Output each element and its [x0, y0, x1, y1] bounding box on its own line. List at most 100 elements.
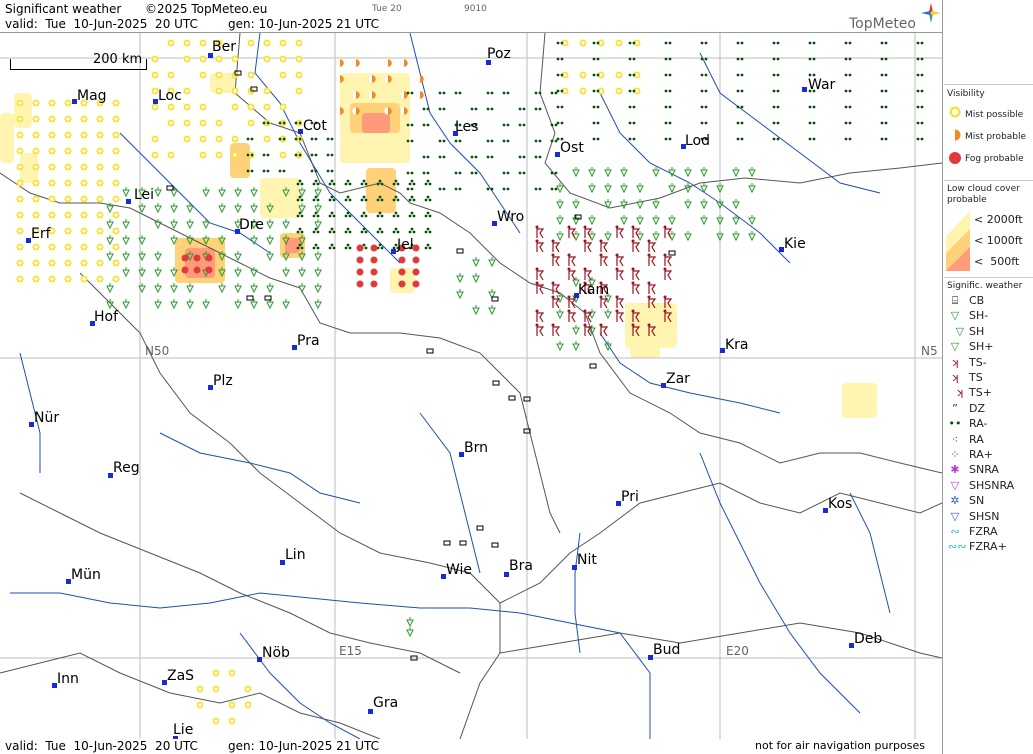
thunderstorm-icon: [632, 242, 641, 253]
thunderstorm-icon: [616, 312, 625, 323]
mist-possible-icon: [66, 181, 70, 185]
shower-icon: [250, 301, 258, 310]
rain-heavy-icon: [360, 182, 364, 186]
shower-icon: [170, 189, 178, 198]
shower-icon: [266, 285, 274, 294]
thunderstorm-icon: [568, 312, 577, 323]
footer: valid: Tue 10-Jun-2025 20 UTC gen: 10-Ju…: [0, 739, 942, 754]
mist-possible-icon: [198, 687, 202, 691]
shower-icon: [668, 185, 676, 194]
legend-snra: SNRA: [969, 463, 999, 477]
mist-possible-icon: [18, 181, 22, 185]
rain-heavy-icon: [376, 198, 380, 202]
rain-light-icon: ••: [948, 417, 962, 431]
rain-heavy-icon: [332, 182, 336, 186]
city-label: Pri: [621, 489, 639, 505]
mist-possible-icon: [98, 181, 102, 185]
mist-possible-icon: [153, 73, 157, 77]
shower-icon: [154, 269, 162, 278]
mist-possible-icon: [114, 213, 118, 217]
rain-icon: [920, 89, 924, 93]
rain-icon: [426, 155, 430, 159]
city-label: Brn: [464, 440, 488, 456]
rain-icon: [668, 57, 672, 61]
thunderstorm-icon: [648, 242, 657, 253]
mist-possible-icon: [82, 229, 86, 233]
rain-icon: [880, 137, 884, 141]
rain-icon: [700, 57, 704, 61]
rain-icon: [438, 139, 442, 143]
rain-heavy-icon: [378, 211, 382, 215]
shower-icon: [556, 311, 564, 320]
rain-heavy-icon: [428, 214, 432, 218]
rain-icon: [538, 187, 542, 191]
mist-probable-icon: [416, 75, 420, 83]
rain-heavy-icon: [424, 198, 428, 202]
thunderstorm-icon: [583, 267, 587, 271]
rain-icon: [776, 121, 780, 125]
rain-icon: [812, 41, 816, 45]
shower-icon: [298, 285, 306, 294]
thunderstorm-icon: [647, 281, 651, 285]
cb-icon: [246, 295, 254, 301]
thunderstorm-icon: [631, 267, 635, 271]
map-canvas: [0, 33, 942, 739]
mist-possible-icon: [50, 165, 54, 169]
shower-icon: [234, 253, 242, 262]
rain-heavy-icon: [344, 182, 348, 186]
mist-possible-icon: [265, 137, 269, 141]
rain-icon: [266, 121, 270, 125]
shower-icon: [122, 301, 130, 310]
mist-probable-icon: [400, 59, 404, 67]
city-label: Wro: [497, 209, 525, 225]
rain-heavy-icon: [380, 246, 384, 250]
shower-icon: [472, 259, 480, 268]
rain-icon: [470, 171, 474, 175]
mist-possible-icon: [185, 121, 189, 125]
rain-icon: [848, 89, 852, 93]
rain-icon: [776, 105, 780, 109]
rain-icon: [556, 137, 560, 141]
rain-icon: [554, 187, 558, 191]
rain-icon: [628, 73, 632, 77]
rain-icon: [772, 137, 776, 141]
rain-icon: [534, 187, 538, 191]
rain-heavy-icon: [428, 198, 432, 202]
rain-icon: [848, 41, 852, 45]
shower-icon: [250, 285, 258, 294]
rain-icon: [246, 153, 250, 157]
mist-probable-icon: [416, 91, 420, 99]
rain-icon: [740, 89, 744, 93]
shower-icon: [572, 327, 580, 336]
rain-heavy-icon: [298, 243, 302, 247]
rain-icon: [560, 105, 564, 109]
mist-possible-icon: [82, 261, 86, 265]
river: [419, 412, 481, 574]
shower-icon: [154, 221, 162, 230]
rain-icon: [772, 121, 776, 125]
rain-icon: [538, 107, 542, 111]
rain-icon: [406, 91, 410, 95]
rain-icon: [632, 105, 636, 109]
fog-probable-icon: [370, 268, 378, 276]
rain-icon: [310, 137, 314, 141]
city-label: Erf: [31, 226, 51, 242]
rain-icon: [632, 41, 636, 45]
rain-icon: [920, 57, 924, 61]
rain-heavy-icon: [346, 227, 350, 231]
rain-heavy-icon: [392, 230, 396, 234]
rain-icon: [736, 41, 740, 45]
rain-icon: [664, 121, 668, 125]
rain-heavy-icon: [360, 230, 364, 234]
rain-icon: [844, 73, 848, 77]
legend-shsn: SHSN: [969, 509, 1000, 523]
mist-possible-icon: [249, 41, 253, 45]
rain-icon: [250, 153, 254, 157]
rain-heavy-icon: [396, 230, 400, 234]
thunderstorm-icon: [567, 295, 571, 299]
shower-icon: [250, 269, 258, 278]
rain-icon: [776, 89, 780, 93]
rain-icon: [330, 137, 334, 141]
rain-icon: [736, 57, 740, 61]
rain-heavy-icon: [364, 246, 368, 250]
